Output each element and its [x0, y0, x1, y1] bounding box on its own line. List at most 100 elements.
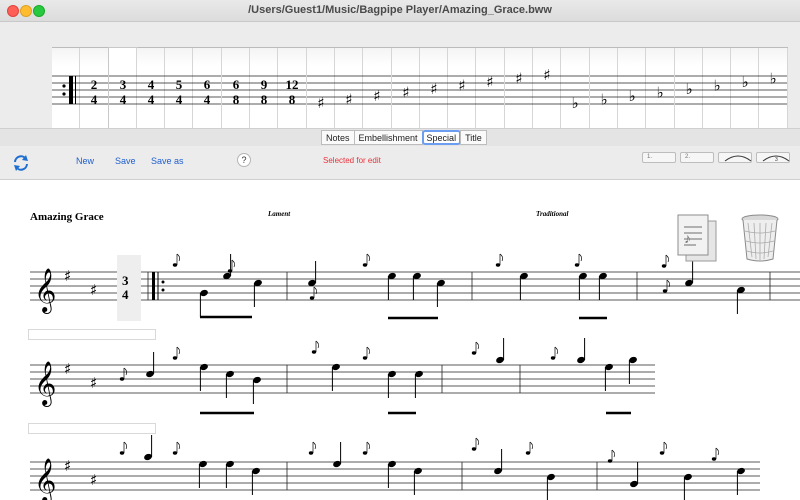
palette-symbol: 64: [193, 75, 222, 107]
palette-item-12_8[interactable]: 12812_8: [278, 48, 307, 140]
help-button[interactable]: ?: [237, 153, 251, 167]
grace-note-head: [311, 350, 317, 354]
palette-item-sharplg[interactable]: ♯sharplg: [306, 48, 335, 140]
time-signature-bottom: 4: [122, 287, 129, 302]
palette-time-top: 9: [261, 77, 268, 92]
palette-item-I[interactable]: ''!I: [52, 48, 81, 140]
repeat-dot: [62, 92, 66, 96]
tab-notes[interactable]: Notes: [321, 130, 355, 145]
palette-time-top: 2: [91, 77, 98, 92]
repeat-thick-bar: [69, 76, 73, 104]
tab-title[interactable]: Title: [460, 130, 487, 145]
sharp-glyph: ♯: [487, 73, 494, 91]
second-ending-button[interactable]: 2.: [680, 152, 714, 163]
grace-note-head: [172, 263, 178, 267]
palette-item-sharphg[interactable]: ♯sharphg: [504, 48, 534, 140]
palette-item-sharpd[interactable]: ♯sharpd: [419, 48, 449, 140]
palette-item-sharpla[interactable]: ♯sharpla: [334, 48, 364, 140]
tab-special[interactable]: Special: [421, 130, 462, 145]
sharp-glyph: ♯: [374, 87, 381, 105]
tab-bar: Notes Embellishment Special Title: [0, 128, 800, 146]
window-title: /Users/Guest1/Music/Bagpipe Player/Amazi…: [248, 4, 552, 16]
palette-item-sharpb[interactable]: ♯sharpb: [363, 48, 392, 140]
triplet-button[interactable]: 3: [756, 152, 790, 163]
palette-symbol: 44: [136, 75, 165, 107]
tab-embellishment[interactable]: Embellishment: [353, 130, 423, 145]
palette-symbol: 68: [221, 75, 250, 107]
palette-symbol: ♯: [476, 73, 505, 105]
palette-item-sharpha[interactable]: ♯sharpha: [533, 48, 562, 140]
grace-note-flag: [475, 437, 480, 446]
grace-note-head: [659, 451, 665, 455]
palette-item-2_4[interactable]: 242_4: [80, 48, 109, 140]
first-ending-button[interactable]: 1.: [642, 152, 676, 163]
grace-note-flag: [475, 341, 480, 350]
flat-glyph: ♭: [572, 94, 579, 112]
palette-symbol: ♯: [306, 75, 335, 112]
key-sharp: ♯: [90, 471, 97, 489]
toolbar: New Save Save as ? Selected for edit 1. …: [0, 146, 800, 180]
palette-item-3_4[interactable]: 343_4: [107, 47, 138, 141]
grace-note-flag: [315, 340, 320, 349]
palette-item-sharpf[interactable]: ♯sharpf: [476, 48, 505, 140]
grace-note-head: [471, 351, 477, 355]
palette-item-flatd[interactable]: ♭flatd: [674, 48, 703, 140]
grace-note-flag: [663, 441, 668, 450]
grace-note-head: [662, 289, 668, 293]
save-button[interactable]: Save: [115, 156, 136, 166]
palette-item-sharpc[interactable]: ♯sharpc: [391, 48, 420, 140]
grace-note-flag: [366, 441, 371, 450]
refresh-icon[interactable]: [12, 154, 30, 177]
palette-item-flate[interactable]: ♭flate: [702, 48, 732, 140]
new-button[interactable]: New: [76, 156, 94, 166]
palette-item-flatlg[interactable]: ♭flatlg: [561, 48, 590, 140]
sharp-glyph: ♯: [459, 77, 466, 95]
grace-note-flag: [529, 441, 534, 450]
palette-item-4_4[interactable]: 444_4: [136, 48, 166, 140]
palette-item-flatf[interactable]: ♭flatf: [731, 48, 760, 140]
palette-time-bottom: 8: [289, 92, 296, 107]
palette-symbol: ♯: [363, 75, 392, 105]
grace-note-flag: [312, 441, 317, 450]
grace-note-flag: [665, 254, 670, 263]
palette-time-top: 6: [204, 77, 211, 92]
palette-symbol: 24: [80, 75, 109, 107]
grace-note-flag: [366, 253, 371, 262]
treble-clef: 𝄞: [34, 458, 56, 500]
palette-item-flatb[interactable]: ♭flatb: [617, 48, 647, 140]
grace-note-flag: [715, 447, 720, 456]
symbol-palette-area: ''!I242_4343_4444_4545_4646_4686_8989_81…: [0, 22, 800, 141]
palette-symbol: ♯: [533, 66, 562, 105]
sharp-glyph: ♯: [345, 91, 352, 109]
window-titlebar: /Users/Guest1/Music/Bagpipe Player/Amazi…: [0, 0, 800, 22]
repeat-dot: [161, 280, 165, 284]
palette-symbol: ♯: [391, 75, 420, 105]
palette-item-6_4[interactable]: 646_4: [193, 48, 222, 140]
palette-symbol: ♭: [561, 75, 590, 112]
score-canvas[interactable]: Amazing Grace Lament Traditional 𝄞 ♯ ♯ 𝄞 ♯ ♯ 𝄞…: [0, 181, 800, 500]
palette-item-6_8[interactable]: 686_8: [221, 48, 251, 140]
grace-note-flag: [231, 259, 236, 268]
palette-symbol: ♭: [702, 75, 731, 105]
flat-glyph: ♭: [770, 70, 777, 88]
grace-note-head: [362, 451, 368, 455]
tie-button[interactable]: [718, 152, 752, 163]
key-sharp: ♯: [90, 281, 97, 299]
palette-item-9_8[interactable]: 989_8: [250, 48, 279, 140]
grace-note-flag: [176, 346, 181, 355]
palette-item-flathg[interactable]: ♭flathg: [759, 48, 788, 140]
grace-note-head: [227, 269, 233, 273]
palette-item-5_4[interactable]: 545_4: [165, 48, 194, 140]
palette-symbol: ♭: [589, 75, 618, 109]
palette-symbol: 34: [108, 75, 137, 107]
palette-time-top: 12: [286, 77, 299, 92]
trash-icon[interactable]: [740, 213, 780, 268]
save-as-button[interactable]: Save as: [151, 156, 184, 166]
flat-glyph: ♭: [657, 84, 664, 102]
palette-time-top: 4: [148, 77, 155, 92]
palette-item-flatc[interactable]: ♭flatc: [646, 48, 675, 140]
palette-item-flatla[interactable]: ♭flatla: [589, 48, 618, 140]
palette-item-sharpe[interactable]: ♯sharpe: [448, 48, 477, 140]
documents-icon[interactable]: ♪: [676, 213, 720, 268]
flat-glyph: ♭: [600, 91, 607, 109]
